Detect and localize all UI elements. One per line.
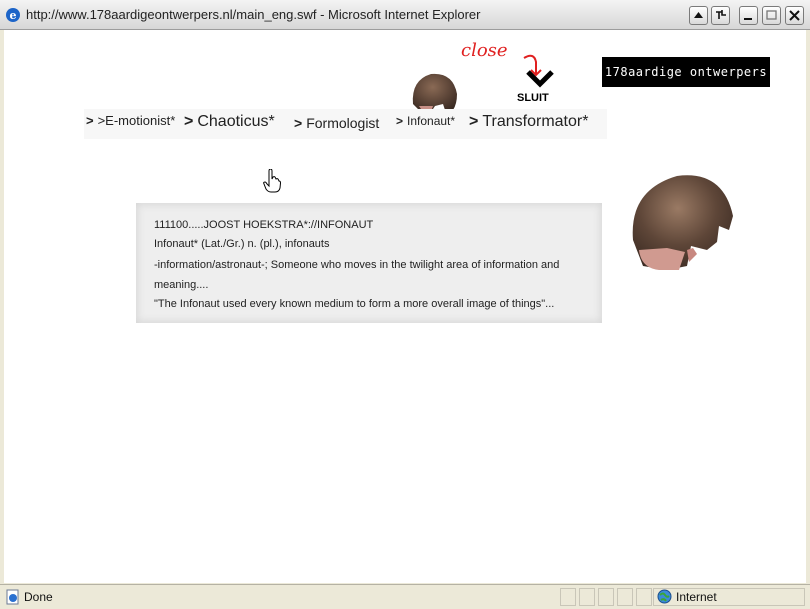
logo[interactable]: 178aardige ontwerpers	[602, 57, 770, 87]
head-photo-small	[412, 73, 457, 112]
status-panel	[560, 588, 576, 606]
pin-icon	[716, 10, 726, 19]
title-bar: e http://www.178aardigeontwerpers.nl/mai…	[0, 0, 810, 30]
window-title: http://www.178aardigeontwerpers.nl/main_…	[26, 7, 481, 22]
status-panel	[636, 588, 652, 606]
nav-item-infonaut[interactable]: > Infonaut*	[396, 114, 455, 128]
status-text: Done	[24, 590, 53, 604]
status-panel	[598, 588, 614, 606]
globe-icon	[657, 589, 672, 604]
arrow-right-icon: >	[294, 115, 303, 131]
close-annotation: close	[461, 40, 508, 61]
definition-quote: "The Infonaut used every known medium to…	[154, 298, 555, 310]
definition-card: 111100.....JOOST HOEKSTRA*://INFONAUT In…	[136, 203, 602, 323]
zone-text: Internet	[676, 590, 717, 604]
arrow-right-icon: >	[396, 114, 404, 128]
arrow-right-icon: >	[86, 113, 94, 128]
close-button[interactable]	[785, 6, 804, 25]
status-bar: Done Internet	[0, 584, 810, 609]
status-panel	[579, 588, 595, 606]
pin-button[interactable]	[711, 6, 730, 25]
minimize-button[interactable]	[739, 6, 758, 25]
page-content: close SLUIT 178aardige ontwerpers > >E-m…	[4, 30, 806, 583]
status-panel	[617, 588, 633, 606]
zone-panel[interactable]: Internet	[653, 588, 805, 606]
sluit-button[interactable]: SLUIT	[517, 92, 549, 104]
definition-text: -information/astronaut-; Someone who mov…	[154, 259, 560, 271]
definition-heading: 111100.....JOOST HOEKSTRA*://INFONAUT	[154, 219, 374, 231]
triangle-up-icon	[694, 12, 703, 18]
arrow-right-icon: >	[184, 113, 194, 130]
page-done-icon	[6, 589, 19, 605]
nav-item-chaoticus[interactable]: > Chaoticus*	[184, 113, 275, 131]
category-nav: > >E-motionist* > Chaoticus* > Formologi…	[84, 109, 607, 139]
scroll-up-button[interactable]	[689, 6, 708, 25]
head-photo-large	[632, 175, 733, 270]
nav-item-label: Infonaut*	[407, 114, 456, 128]
maximize-button[interactable]	[762, 6, 781, 25]
close-icon	[789, 10, 800, 21]
nav-item-label: Chaoticus*	[197, 113, 275, 130]
chevron-down-icon[interactable]	[525, 68, 555, 88]
minimize-icon	[744, 18, 752, 20]
ie-icon: e	[6, 8, 20, 22]
definition-term: Infonaut* (Lat./Gr.) n. (pl.), infonauts	[154, 238, 330, 250]
nav-item-label: Formologist	[306, 115, 380, 131]
nav-item-transformator[interactable]: > Transformator*	[469, 113, 588, 131]
hand-cursor-icon	[263, 169, 281, 193]
arrow-right-icon: >	[469, 113, 479, 130]
nav-item-label: >E-motionist*	[97, 113, 176, 128]
nav-item-formologist[interactable]: > Formologist	[294, 115, 379, 131]
definition-text-cont: meaning....	[154, 279, 209, 291]
nav-item-label: Transformator*	[482, 113, 589, 130]
maximize-icon	[766, 10, 777, 20]
nav-item-emotionist[interactable]: > >E-motionist*	[86, 113, 175, 128]
svg-text:e: e	[10, 9, 17, 22]
